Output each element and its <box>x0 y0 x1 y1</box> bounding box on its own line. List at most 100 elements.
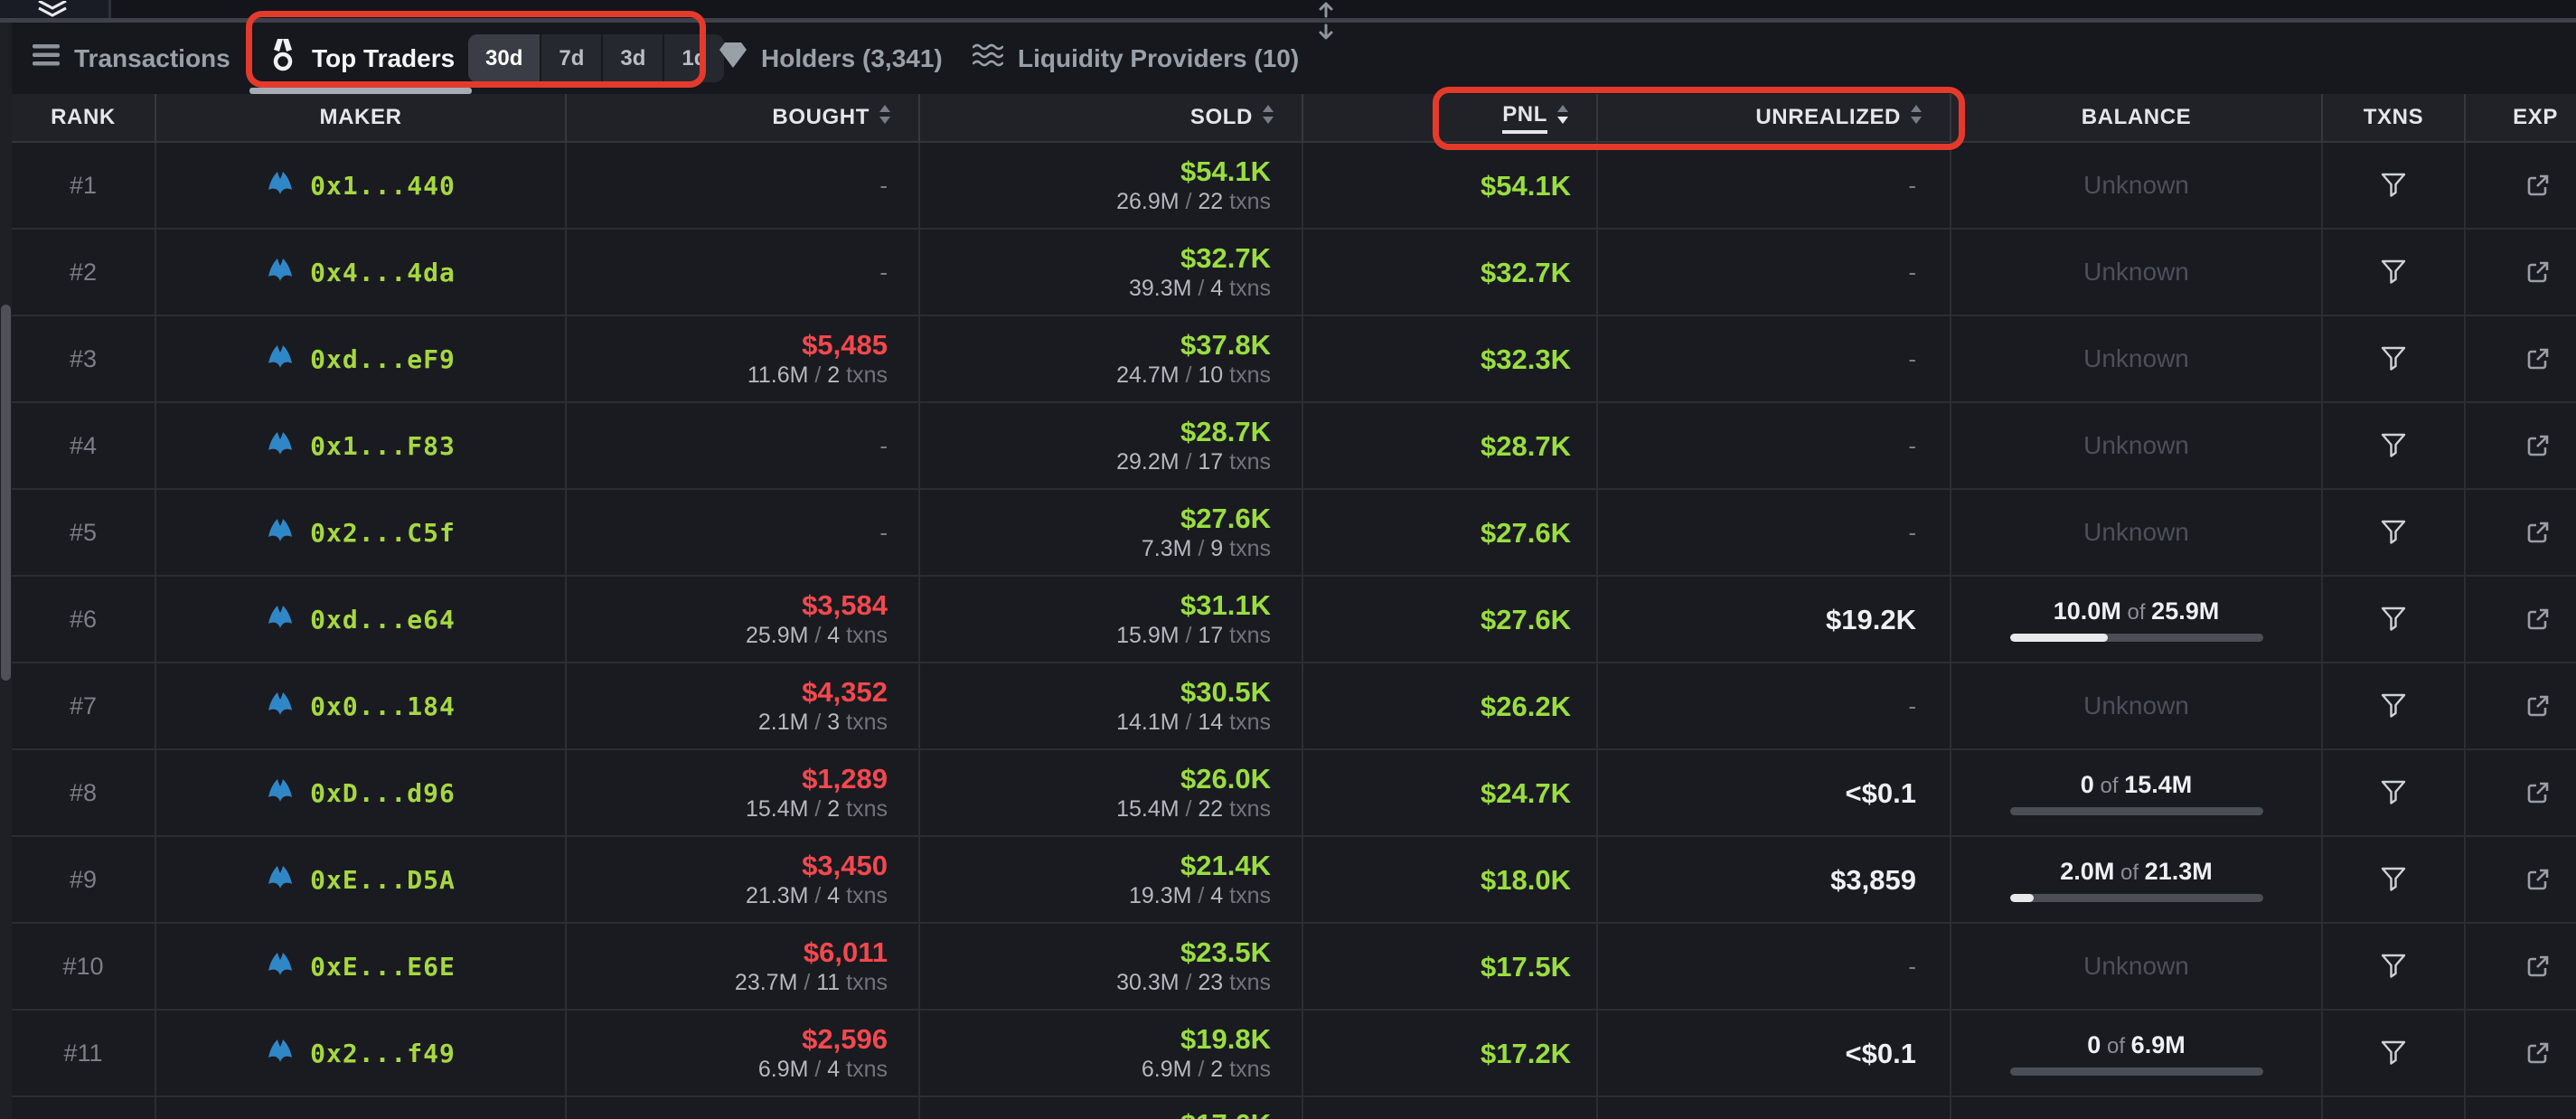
filter-by-trader-button[interactable] <box>2379 259 2408 286</box>
open-explorer-link[interactable] <box>2524 952 2552 981</box>
timeframe-7d-button[interactable]: 7d <box>541 34 604 82</box>
open-explorer-link[interactable] <box>2524 431 2552 460</box>
bought-value: $5,485 <box>802 329 888 361</box>
open-explorer-link[interactable] <box>2524 344 2552 373</box>
filter-by-trader-button[interactable] <box>2379 953 2408 980</box>
unrealized-value: $19.2K <box>1826 603 1916 635</box>
table-row[interactable]: $17.6K <box>12 1097 2576 1119</box>
maker-address-link[interactable]: 0x0...184 <box>310 691 456 721</box>
tab-holders[interactable]: Holders (3,341) <box>719 23 943 94</box>
open-explorer-link[interactable] <box>2524 1039 2552 1067</box>
column-header-label: TXNS <box>2363 105 2424 129</box>
balance-amount-line: 0 of 6.9M <box>2087 1030 2186 1058</box>
maker-address-link[interactable]: 0x2...C5f <box>310 518 456 548</box>
pnl-cell: $32.3K <box>1303 316 1598 401</box>
maker-cell: 0x1...440 <box>156 143 567 228</box>
sort-arrows-icon[interactable] <box>1910 104 1923 131</box>
sort-arrows-icon[interactable] <box>1262 104 1274 131</box>
column-header-sold[interactable]: SOLD <box>920 94 1303 141</box>
filter-by-trader-button[interactable] <box>2379 519 2408 546</box>
filter-by-trader-button[interactable] <box>2379 866 2408 893</box>
open-explorer-link[interactable] <box>2524 865 2552 894</box>
maker-address-link[interactable]: 0xE...E6E <box>310 952 456 982</box>
txns-cell <box>2323 230 2466 315</box>
maker-address-link[interactable]: 0x1...F83 <box>310 431 456 461</box>
column-header-label: PNL <box>1502 102 1547 134</box>
column-header-bought[interactable]: BOUGHT <box>567 94 920 141</box>
maker-address-link[interactable]: 0xd...eF9 <box>310 344 456 374</box>
sold-value: $23.5K <box>1180 936 1271 968</box>
filter-by-trader-button[interactable] <box>2379 692 2408 719</box>
rank-label: #11 <box>63 1039 103 1067</box>
open-explorer-link[interactable] <box>2524 605 2552 634</box>
table-row[interactable]: #9 0xE...D5A $3,450 21.3M / 4 txns $21.4K 19.… <box>12 837 2576 924</box>
external-link-icon <box>2527 955 2549 977</box>
maker-address-link[interactable]: 0xd...e64 <box>310 605 456 635</box>
tab-top-traders[interactable]: Top Traders <box>268 23 455 94</box>
table-row[interactable]: #5 0x2...C5f - $27.6K 7.3M / 9 txns $27.6K - Un… <box>12 490 2576 577</box>
table-row[interactable]: #2 0x4...4da - $32.7K 39.3M / 4 txns $32.7K - U… <box>12 230 2576 316</box>
whale-tail-icon <box>266 516 295 550</box>
table-row[interactable]: #11 0x2...f49 $2,596 6.9M / 4 txns $19.8K 6.9… <box>12 1011 2576 1097</box>
maker-address-link[interactable]: 0x4...4da <box>310 258 456 287</box>
resize-vertical-icon[interactable] <box>1315 0 1337 46</box>
filter-by-trader-button[interactable] <box>2379 1039 2408 1067</box>
maker-address-link[interactable]: 0x2...f49 <box>310 1039 456 1068</box>
external-link-icon <box>2527 348 2549 370</box>
filter-by-trader-button[interactable] <box>2379 432 2408 459</box>
timeframe-3d-button[interactable]: 3d <box>603 34 665 82</box>
open-explorer-link[interactable] <box>2524 691 2552 720</box>
unrealized-cell: <$0.1 <box>1598 1011 1951 1095</box>
column-header-pnl[interactable]: PNL <box>1303 94 1598 141</box>
amount-and-txns: 11.6M / 2 txns <box>747 362 888 388</box>
sort-arrows-icon[interactable] <box>1556 104 1569 131</box>
tab-liquidity-providers[interactable]: Liquidity Providers (10) <box>972 23 1299 94</box>
external-link-icon <box>2527 261 2549 283</box>
maker-address-link[interactable]: 0x1...440 <box>310 171 456 201</box>
empty-value-dash: - <box>1908 518 1916 546</box>
open-explorer-link[interactable] <box>2524 171 2552 200</box>
table-row[interactable]: #8 0xD...d96 $1,289 15.4M / 2 txns $26.0K 15.… <box>12 750 2576 837</box>
table-row[interactable]: #10 0xE...E6E $6,011 23.7M / 11 txns $23.5K 3… <box>12 924 2576 1011</box>
bought-cell: $1,289 15.4M / 2 txns <box>567 750 920 835</box>
maker-cell: 0x2...C5f <box>156 490 567 575</box>
table-row[interactable]: #1 0x1...440- $54.1K 26.9M / 22 txns $54.1K -… <box>12 143 2576 230</box>
table-row[interactable]: #3 0xd...eF9 $5,485 11.6M / 2 txns $37.8K 24.… <box>12 316 2576 403</box>
timeframe-30d-button[interactable]: 30d <box>468 34 542 82</box>
timeframe-1d-button[interactable]: 1d <box>664 34 724 82</box>
table-row[interactable]: #4 0x1...F83- $28.7K 29.2M / 17 txns $28.7K -… <box>12 403 2576 490</box>
balance-progress-fill <box>2009 633 2108 642</box>
table-row[interactable]: #6 0xd...e64 $3,584 25.9M / 4 txns $31.1K 15.… <box>12 577 2576 663</box>
filter-by-trader-button[interactable] <box>2379 345 2408 372</box>
tab-transactions[interactable]: Transactions <box>33 23 230 94</box>
balance-cell: 2.0M of 21.3M <box>1951 837 2323 922</box>
table-row[interactable]: #7 0x0...184 $4,352 2.1M / 3 txns $30.5K 14.1… <box>12 663 2576 750</box>
maker-address-link[interactable]: 0xE...D5A <box>310 865 456 895</box>
whale-tail-icon <box>266 256 295 289</box>
maker-cell: 0xD...d96 <box>156 750 567 835</box>
amount-and-txns: 6.9M / 2 txns <box>1141 1057 1271 1082</box>
rank-label: #7 <box>69 691 98 719</box>
column-header-unrealized[interactable]: UNREALIZED <box>1598 94 1951 141</box>
maker-address-link[interactable]: 0xD...d96 <box>310 778 456 808</box>
balance-cell: 10.0M of 25.9M <box>1951 577 2323 662</box>
filter-by-trader-button[interactable] <box>2379 172 2408 199</box>
whale-tail-icon <box>266 863 295 897</box>
rank-label: #1 <box>69 171 98 199</box>
vertical-scrollbar-thumb[interactable] <box>1 305 11 681</box>
filter-by-trader-button[interactable] <box>2379 606 2408 633</box>
empty-value-dash: - <box>1908 952 1916 980</box>
filter-by-trader-button[interactable] <box>2379 779 2408 806</box>
pnl-cell: $17.2K <box>1303 1011 1598 1095</box>
sold-value: $17.6K <box>1180 1110 1271 1119</box>
rank-cell: #9 <box>12 837 156 922</box>
open-explorer-link[interactable] <box>2524 258 2552 287</box>
exp-cell <box>2466 924 2576 1009</box>
rank-cell: #1 <box>12 143 156 228</box>
sold-value: $21.4K <box>1180 850 1271 881</box>
funnel-icon <box>2381 607 2406 631</box>
open-explorer-link[interactable] <box>2524 778 2552 807</box>
open-explorer-link[interactable] <box>2524 518 2552 547</box>
sort-arrows-icon[interactable] <box>879 104 891 131</box>
pnl-cell: $18.0K <box>1303 837 1598 922</box>
